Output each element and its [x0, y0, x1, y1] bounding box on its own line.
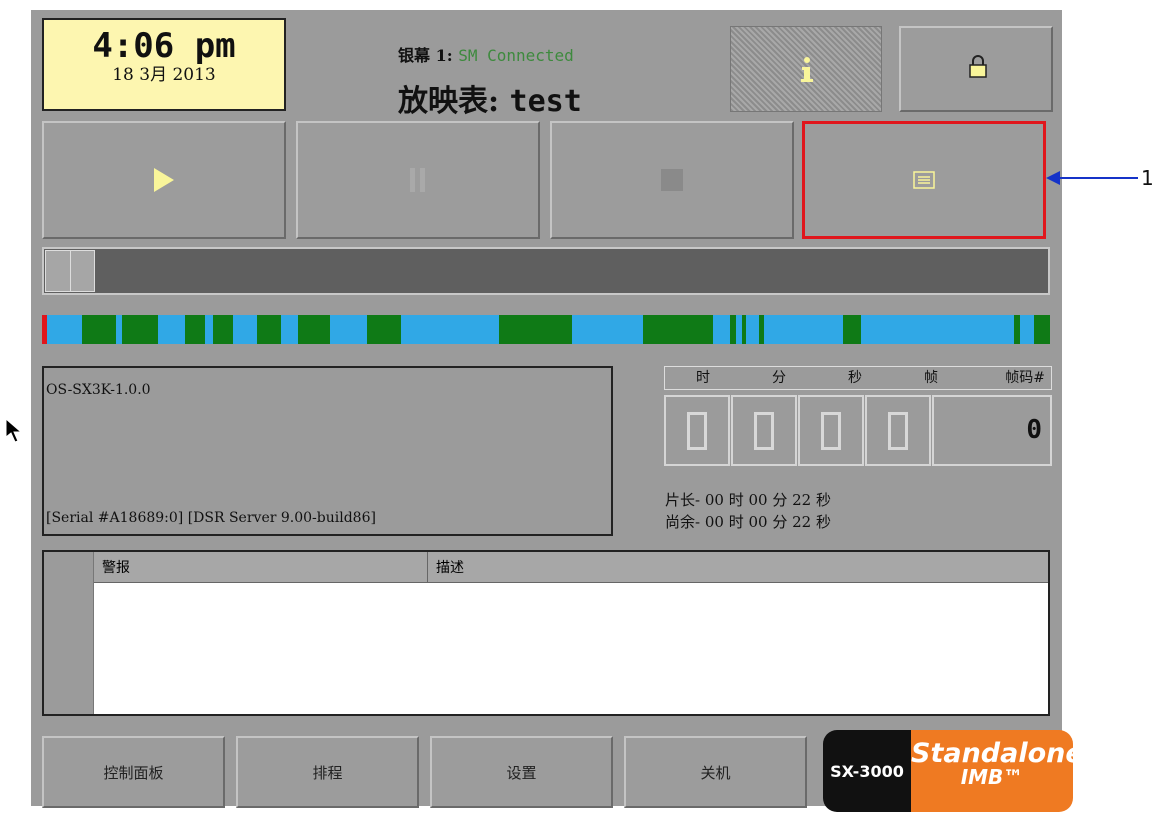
playlist-name: test	[509, 84, 582, 119]
clock-display: 4:06 pm 18 3月 2013	[42, 18, 286, 111]
timeline-segment	[298, 315, 330, 344]
alarm-table-header: 警报 描述	[94, 552, 1048, 583]
playlist-button[interactable]	[802, 121, 1046, 239]
mouse-cursor-icon	[5, 418, 23, 443]
callout-number: 1	[1141, 166, 1153, 190]
lock-button[interactable]	[899, 26, 1053, 112]
schedule-label: 排程	[312, 763, 343, 782]
timeline-segment	[643, 315, 713, 344]
timeline-marker	[42, 315, 47, 344]
timecode-seconds-label: 秒	[848, 370, 862, 386]
list-icon	[913, 171, 935, 189]
timeline-segment	[742, 315, 746, 344]
clock-date: 18 3月 2013	[112, 65, 216, 85]
timecode-frames-digit	[865, 395, 931, 466]
timeline-segment	[82, 315, 116, 344]
timecode-hours-label: 时	[696, 370, 710, 386]
timecode-frame-number-label: 帧码#	[1005, 370, 1045, 386]
system-info-box: OS-SX3K-1.0.0 [Serial #A18689:0] [DSR Se…	[42, 366, 613, 536]
timeline-segment	[257, 315, 281, 344]
alarm-table-gutter	[44, 552, 94, 714]
settings-label: 设置	[506, 763, 537, 782]
shutdown-button[interactable]: 关机	[624, 736, 807, 808]
playlist-label: 放映表:	[398, 84, 500, 119]
timeline-segment	[213, 315, 233, 344]
connection-status: SM Connected	[458, 46, 574, 65]
timeline-segment	[1034, 315, 1050, 344]
timecode-frame-number: 0	[932, 395, 1052, 466]
lock-icon	[969, 55, 987, 78]
logo-model: SX-3000	[823, 730, 911, 812]
screen-label: 银幕 1:	[398, 46, 453, 65]
settings-button[interactable]: 设置	[430, 736, 613, 808]
stop-icon	[661, 169, 683, 191]
version-text: OS-SX3K-1.0.0	[46, 382, 151, 398]
info-button[interactable]	[730, 26, 882, 112]
timeline-segment	[843, 315, 861, 344]
callout-arrow-icon	[1046, 171, 1060, 185]
total-duration: 片长- 00 时 00 分 22 秒	[665, 491, 831, 509]
playback-progress-bar[interactable]	[42, 247, 1050, 295]
remaining-duration: 尚余- 00 时 00 分 22 秒	[665, 513, 831, 531]
playlist-timeline	[42, 315, 1050, 344]
schedule-button[interactable]: 排程	[236, 736, 419, 808]
timeline-segment	[367, 315, 401, 344]
play-button[interactable]	[42, 121, 286, 239]
play-icon	[154, 168, 174, 192]
timeline-segment	[730, 315, 736, 344]
duration-info: 片长- 00 时 00 分 22 秒 尚余- 00 时 00 分 22 秒	[665, 489, 831, 533]
pause-icon	[410, 168, 425, 192]
timecode-hours-digit	[664, 395, 730, 466]
timecode-frames-label: 帧	[924, 370, 938, 386]
screen-status: 银幕 1: SM Connected	[398, 42, 574, 66]
stop-button[interactable]	[550, 121, 794, 239]
logo-brand: Standalone IMB™	[911, 730, 1073, 812]
shutdown-label: 关机	[700, 763, 731, 782]
control-panel-button[interactable]: 控制面板	[42, 736, 225, 808]
timeline-segment	[122, 315, 158, 344]
serial-text: [Serial #A18689:0] [DSR Server 9.00-buil…	[46, 510, 376, 526]
alarm-column-header[interactable]: 警报	[102, 557, 130, 577]
progress-thumb[interactable]	[45, 250, 95, 292]
playlist-title: 放映表: test	[398, 76, 582, 120]
info-icon	[801, 57, 813, 82]
timecode-minutes-digit	[731, 395, 797, 466]
timeline-segment	[499, 315, 572, 344]
product-logo: SX-3000 Standalone IMB™	[823, 730, 1073, 812]
description-column-header[interactable]: 描述	[436, 557, 464, 577]
timeline-segment	[759, 315, 764, 344]
control-panel-label: 控制面板	[103, 763, 164, 782]
frame-number-value: 0	[1026, 415, 1042, 445]
timecode-minutes-label: 分	[772, 370, 786, 386]
timecode-header: 时 分 秒 帧 帧码#	[664, 366, 1052, 390]
callout-arrow-line	[1052, 177, 1138, 179]
pause-button[interactable]	[296, 121, 540, 239]
timeline-segment	[185, 315, 205, 344]
timecode-seconds-digit	[798, 395, 864, 466]
timeline-segment	[1014, 315, 1020, 344]
